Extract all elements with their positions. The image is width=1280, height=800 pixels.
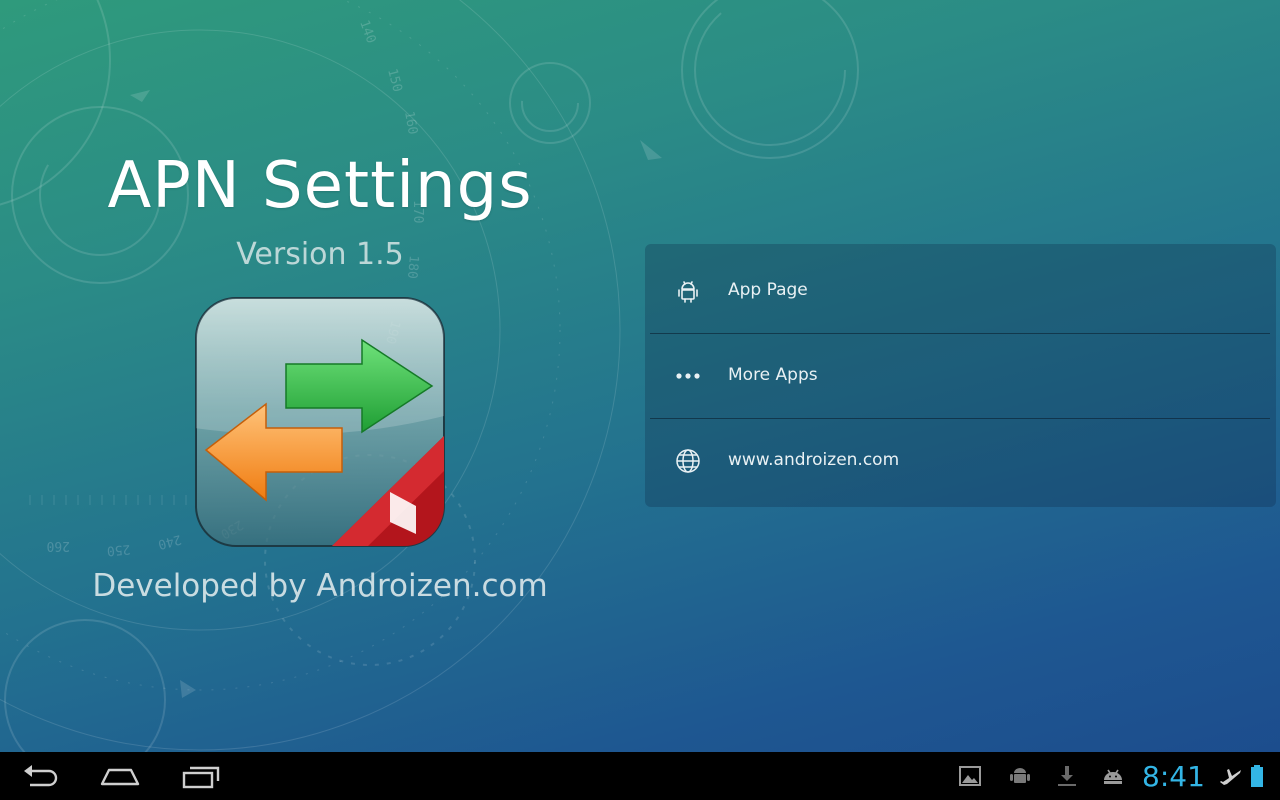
home-icon[interactable] [95, 760, 145, 792]
android-notification-icon[interactable] [1101, 764, 1125, 788]
more-dots-icon [676, 373, 700, 379]
menu-item-label: www.androizen.com [728, 450, 900, 470]
back-icon[interactable] [16, 760, 66, 792]
menu-item-label: App Page [728, 280, 808, 300]
app-version: Version 1.5 [236, 237, 404, 272]
dial-number: 150 [384, 67, 405, 94]
menu-item-website[interactable]: www.androizen.com [645, 418, 1276, 503]
download-icon[interactable] [1055, 764, 1079, 788]
menu-item-more-apps[interactable]: More Apps [645, 333, 1276, 418]
dial-number: 240 [156, 531, 183, 552]
menu-item-app-page[interactable]: App Page [645, 248, 1276, 333]
battery-icon[interactable] [1245, 764, 1269, 788]
android-icon [678, 281, 698, 303]
airplane-mode-icon[interactable] [1219, 764, 1243, 788]
app-logo-icon [195, 297, 445, 547]
dial-number: 260 [47, 538, 70, 553]
system-navigation-bar: 8:41 [0, 752, 1280, 800]
globe-icon [676, 449, 700, 473]
app-title: APN Settings [107, 149, 533, 223]
recent-apps-icon[interactable] [176, 760, 226, 792]
dial-number: 140 [356, 18, 378, 45]
menu-card: App Page More Apps www.androizen.com [645, 244, 1276, 507]
developer-credit: Developed by Androizen.com [92, 568, 548, 604]
debug-icon[interactable] [1008, 764, 1032, 788]
menu-item-label: More Apps [728, 365, 818, 385]
status-clock[interactable]: 8:41 [1142, 752, 1205, 800]
app-screen: 140 150 160 170 180 190 230 240 250 260 … [0, 0, 1280, 800]
dial-number: 160 [401, 110, 420, 136]
dial-number: 250 [106, 541, 131, 558]
gallery-icon[interactable] [958, 764, 982, 788]
